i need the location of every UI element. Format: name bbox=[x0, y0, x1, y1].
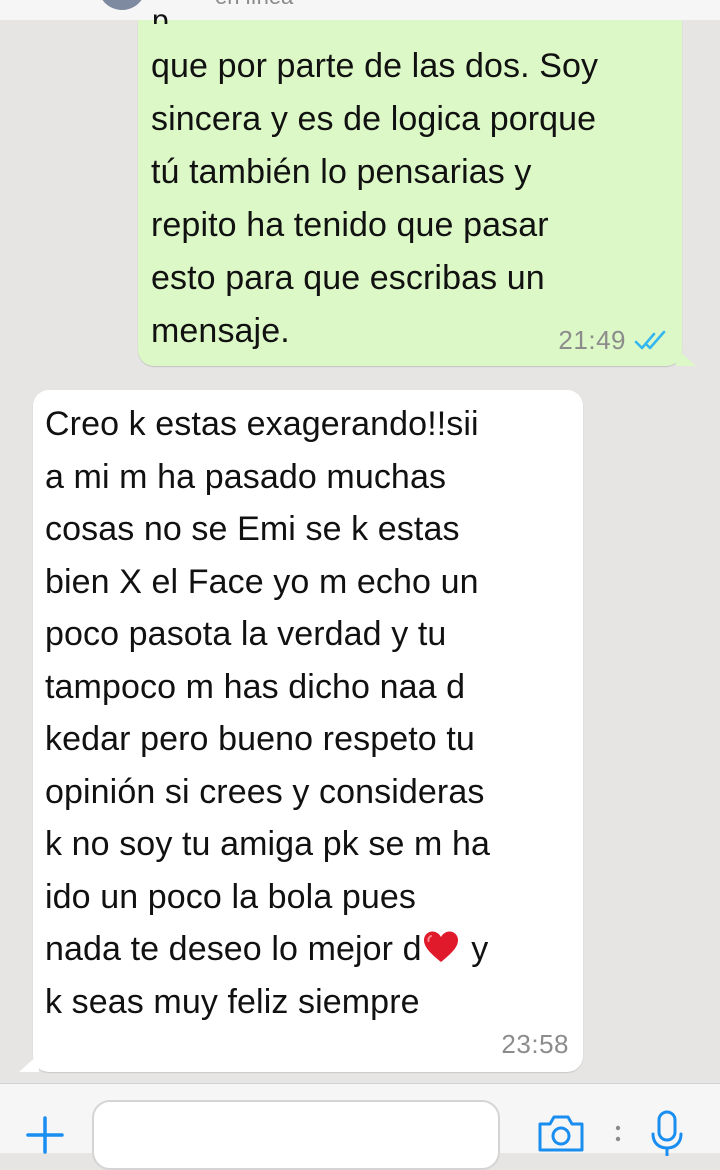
outgoing-message-meta: 21:49 bbox=[558, 325, 668, 356]
camera-icon[interactable] bbox=[536, 1112, 586, 1154]
microphone-icon[interactable] bbox=[650, 1110, 684, 1158]
cut-off-text-line: p bbox=[152, 14, 169, 24]
red-heart-emoji-icon bbox=[423, 931, 458, 962]
message-text-input[interactable] bbox=[92, 1100, 500, 1170]
read-receipt-double-check-icon bbox=[634, 330, 666, 349]
incoming-message-meta: 23:58 bbox=[501, 1029, 569, 1060]
incoming-message-time: 23:58 bbox=[501, 1029, 569, 1059]
incoming-message-text: Creo k estas exagerando!!sii a mi m ha p… bbox=[45, 398, 575, 1028]
outgoing-message-time: 21:49 bbox=[558, 325, 626, 355]
outgoing-message-bubble[interactable]: p que por parte de las dos. Soy sincera … bbox=[138, 14, 696, 366]
contact-status: en línea bbox=[215, 0, 293, 10]
chat-header: en línea bbox=[0, 0, 720, 21]
chat-area[interactable]: p que por parte de las dos. Soy sincera … bbox=[0, 14, 720, 1083]
incoming-text-before-emoji: Creo k estas exagerando!!sii a mi m ha p… bbox=[45, 405, 491, 968]
plus-icon[interactable] bbox=[22, 1112, 68, 1158]
incoming-message-bubble[interactable]: Creo k estas exagerando!!sii a mi m ha p… bbox=[19, 390, 583, 1072]
contact-avatar[interactable] bbox=[98, 0, 146, 10]
message-input-bar bbox=[0, 1083, 720, 1170]
separator-dots-icon bbox=[615, 1125, 621, 1142]
outgoing-message-text: que por parte de las dos. Soy sincera y … bbox=[151, 47, 599, 350]
